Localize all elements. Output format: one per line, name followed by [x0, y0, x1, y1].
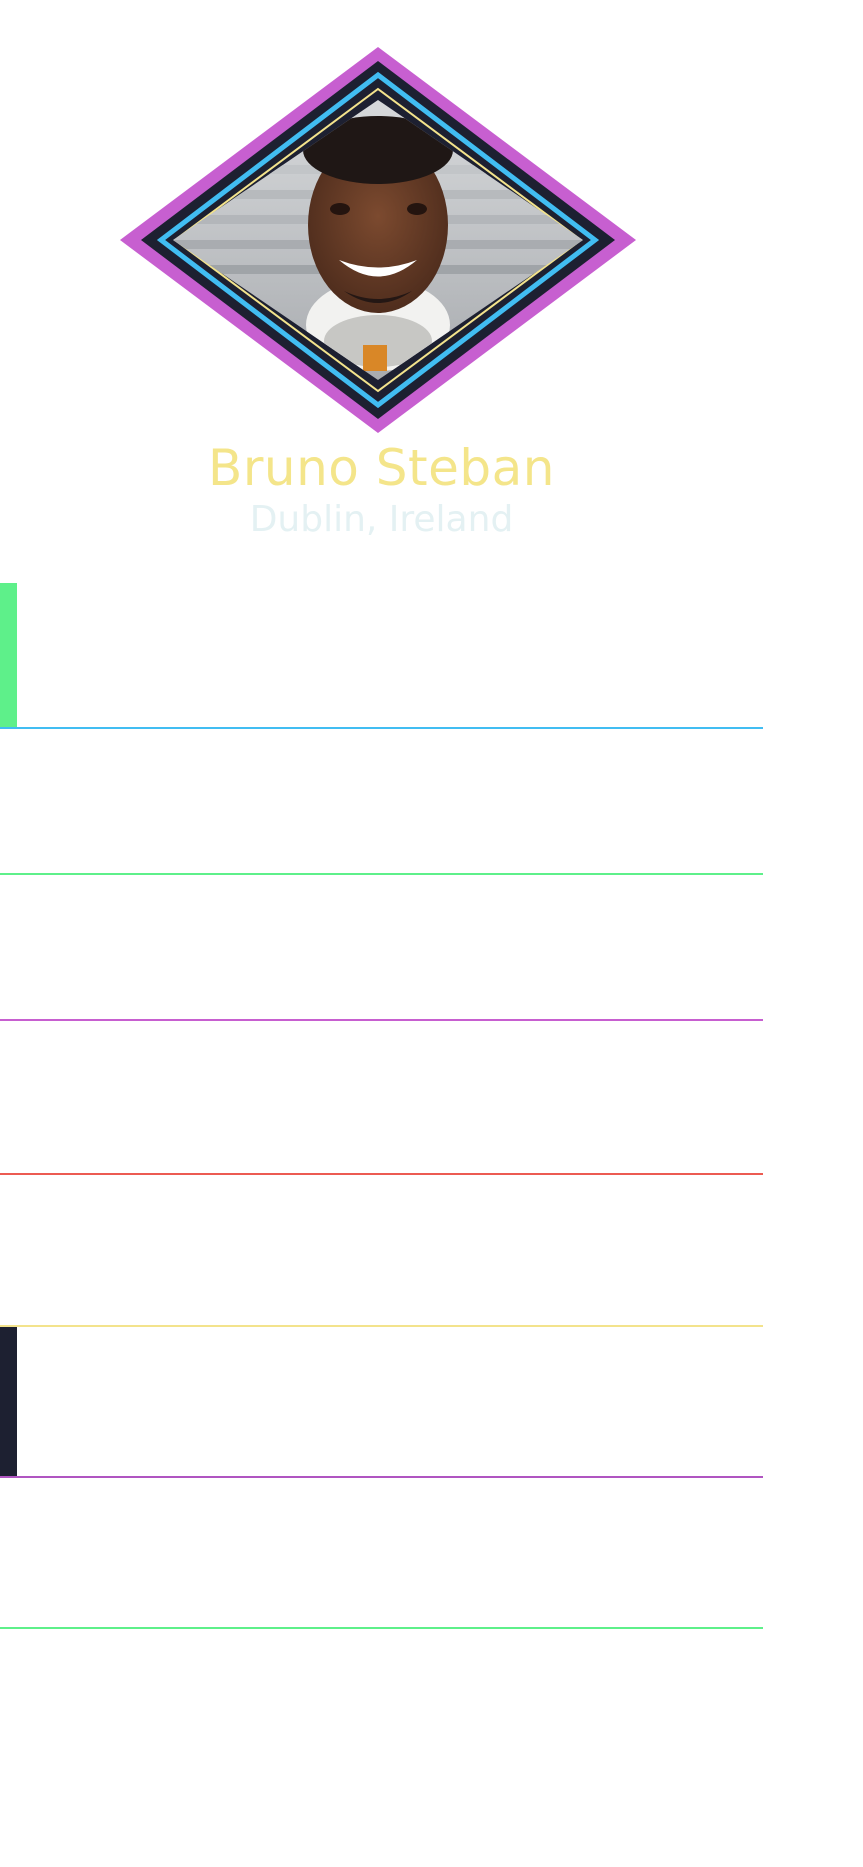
menu-item-5[interactable] — [0, 1175, 763, 1327]
profile-name: Bruno Steban — [208, 439, 555, 497]
menu-item-3[interactable] — [0, 875, 763, 1021]
profile-photo — [173, 100, 583, 380]
menu-item-7[interactable] — [0, 1478, 763, 1629]
avatar-frame — [120, 47, 636, 433]
active-item-indicator — [0, 583, 17, 727]
secondary-item-indicator — [0, 1327, 17, 1476]
menu-item-6[interactable] — [0, 1327, 763, 1478]
profile-page: Bruno Steban Dublin, Ireland — [0, 0, 863, 1867]
menu-item-2[interactable] — [0, 729, 763, 875]
profile-avatar[interactable] — [118, 45, 638, 435]
menu-item-4[interactable] — [0, 1021, 763, 1175]
menu-item-1[interactable] — [0, 583, 763, 729]
profile-location: Dublin, Ireland — [249, 499, 514, 540]
